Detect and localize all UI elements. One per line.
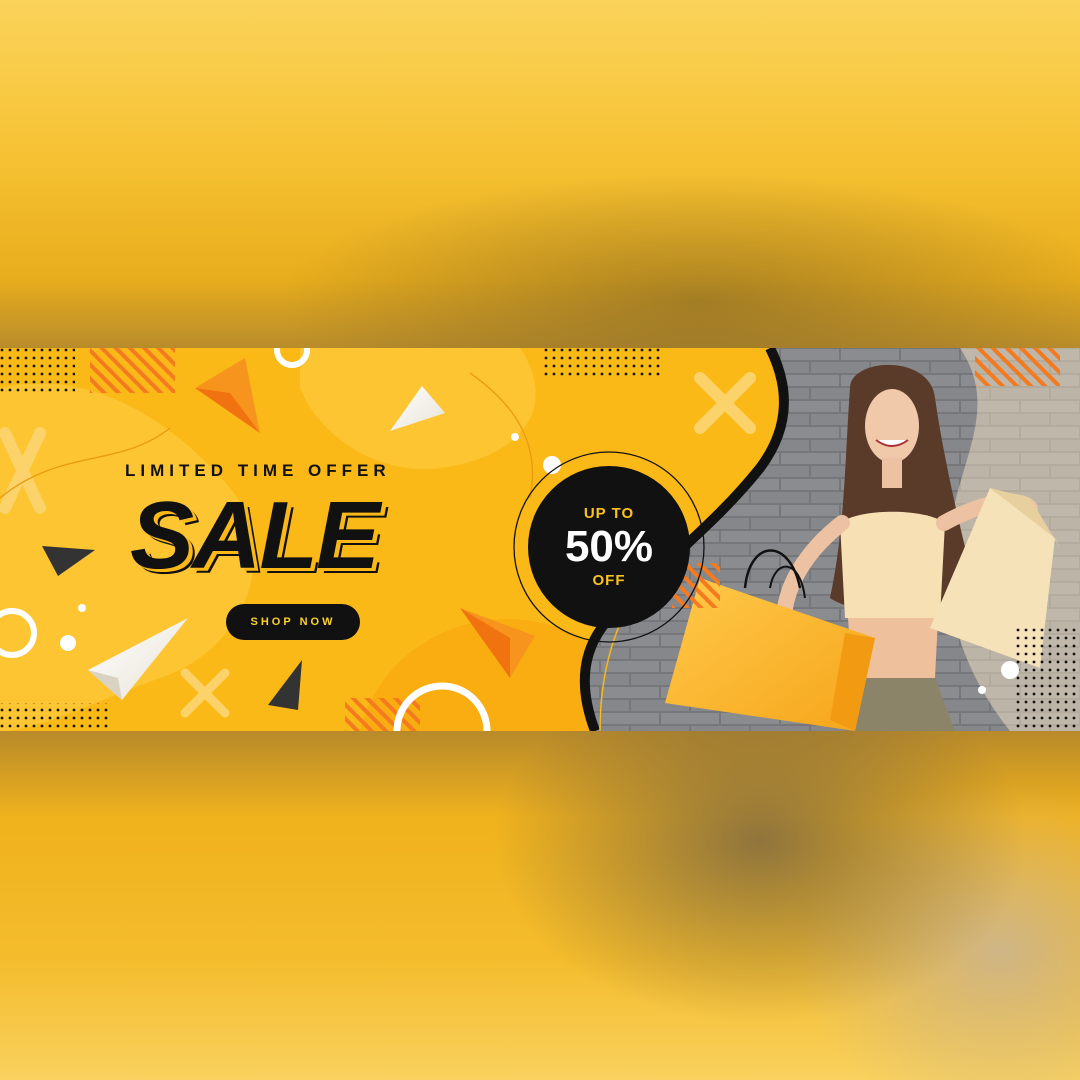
face	[865, 389, 919, 463]
top	[840, 511, 945, 618]
blurred-background-bottom	[0, 731, 1080, 1080]
limited-time-offer-label: LIMITED TIME OFFER	[125, 461, 391, 480]
badge-suffix: OFF	[592, 572, 626, 589]
badge-percentage: 50%	[564, 522, 654, 571]
sale-banner: LIMITED TIME OFFER SALE SHOP NOW UP TO 5…	[0, 348, 1080, 731]
discount-badge: UP TO 50% OFF	[528, 466, 690, 628]
sale-title: SALE	[130, 482, 380, 589]
blurred-background-top	[0, 0, 1080, 348]
shop-now-button[interactable]: SHOP NOW	[226, 604, 360, 640]
badge-prefix: UP TO	[583, 505, 635, 522]
